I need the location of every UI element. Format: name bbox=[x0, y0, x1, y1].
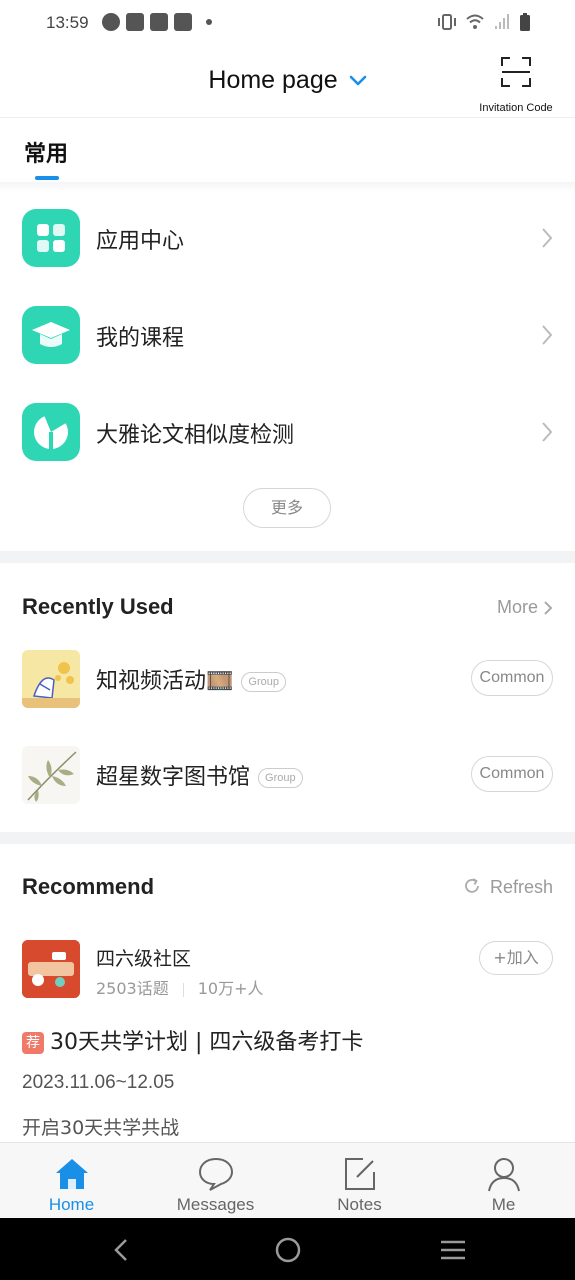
nav-notes[interactable]: Notes bbox=[288, 1143, 431, 1219]
user-icon bbox=[488, 1158, 520, 1192]
mail-notification-icon bbox=[150, 13, 168, 31]
back-icon[interactable] bbox=[108, 1236, 136, 1264]
bottom-navigation: Home Messages Notes Me bbox=[0, 1142, 575, 1218]
recommended-post-title[interactable]: 荐 30天共学计划 | 四六级备考打卡 bbox=[22, 1024, 363, 1056]
vibrate-icon bbox=[438, 14, 456, 30]
shortcut-label: 大雅论文相似度检测 bbox=[96, 423, 295, 448]
refresh-label: Refresh bbox=[489, 877, 553, 897]
chevron-right-icon bbox=[542, 325, 553, 345]
section-separator bbox=[0, 551, 575, 563]
chat-bubble-icon bbox=[198, 1157, 234, 1191]
section-separator bbox=[0, 832, 575, 844]
chevron-down-icon bbox=[349, 76, 366, 86]
nav-label: Home bbox=[48, 1195, 95, 1214]
group-badge: Group bbox=[258, 768, 303, 788]
shortcut-label: 应用中心 bbox=[96, 229, 185, 254]
graduation-cap-icon bbox=[22, 306, 80, 364]
scan-icon bbox=[501, 57, 531, 87]
home-icon bbox=[56, 1159, 88, 1189]
recently-used-more-link[interactable]: More bbox=[497, 597, 553, 618]
system-status-icons bbox=[437, 12, 531, 32]
set-common-button[interactable]: Common bbox=[471, 660, 553, 696]
video-activity-thumbnail bbox=[22, 650, 80, 708]
page-title: Home page bbox=[208, 66, 338, 94]
mail-notification-icon bbox=[174, 13, 192, 31]
invitation-code-label: Invitation Code bbox=[479, 102, 553, 114]
chevron-right-icon bbox=[542, 422, 553, 442]
more-link-label: More bbox=[496, 597, 538, 617]
notification-icons bbox=[102, 13, 212, 31]
nav-label: Messages bbox=[176, 1195, 255, 1214]
community-name[interactable]: 四六级社区 bbox=[96, 944, 191, 971]
chevron-right-icon bbox=[544, 601, 553, 615]
status-time: 13:59 bbox=[46, 13, 89, 32]
recent-item-video-activity[interactable]: 知视频活动🎞️ Group Common bbox=[0, 650, 575, 740]
recent-item-digital-library[interactable]: 超星数字图书馆 Group Common bbox=[0, 746, 575, 836]
nav-label: Me bbox=[491, 1195, 516, 1214]
paper-check-icon bbox=[22, 403, 80, 461]
recent-item-title: 超星数字图书馆 Group bbox=[96, 759, 303, 791]
shortcut-app-center[interactable]: 应用中心 bbox=[0, 185, 575, 281]
nav-messages[interactable]: Messages bbox=[144, 1143, 287, 1219]
recent-apps-icon[interactable] bbox=[439, 1236, 467, 1264]
community-stats: 2503话题 10万+人 bbox=[96, 975, 264, 999]
gauge-icon bbox=[102, 13, 120, 31]
shortcut-paper-check[interactable]: 大雅论文相似度检测 bbox=[0, 379, 575, 475]
mail-notification-icon bbox=[126, 13, 144, 31]
refresh-icon bbox=[465, 878, 479, 893]
nav-home[interactable]: Home bbox=[0, 1143, 143, 1219]
status-bar: 13:59 bbox=[0, 0, 575, 48]
battery-icon bbox=[520, 13, 530, 31]
digital-library-thumbnail bbox=[22, 746, 80, 804]
invitation-code-button[interactable]: Invitation Code bbox=[473, 54, 559, 114]
recent-item-name: 超星数字图书馆 bbox=[96, 765, 251, 790]
tab-bar: 常用 bbox=[0, 118, 575, 182]
recommend-tag-badge: 荐 bbox=[22, 1032, 44, 1054]
post-description: 开启30天共学共战 bbox=[22, 1117, 180, 1139]
recently-used-title: Recently Used bbox=[22, 594, 174, 619]
app-header: Home page Invitation Code bbox=[0, 48, 575, 118]
grid-apps-icon bbox=[22, 209, 80, 267]
more-shortcuts-button[interactable]: 更多 bbox=[243, 488, 331, 528]
join-button[interactable]: +加入 bbox=[479, 941, 553, 975]
recent-item-title: 知视频活动🎞️ Group bbox=[96, 663, 286, 695]
member-count: 10万+人 bbox=[197, 979, 264, 998]
tab-common[interactable]: 常用 bbox=[24, 136, 68, 168]
post-date-range: 2023.11.06~12.05 bbox=[22, 1072, 175, 1093]
group-badge: Group bbox=[241, 672, 286, 692]
nav-me[interactable]: Me bbox=[432, 1143, 575, 1219]
system-navigation-bar bbox=[0, 1218, 575, 1280]
more-notifications-dot bbox=[206, 19, 212, 25]
signal-icon bbox=[495, 14, 509, 29]
recommend-title: Recommend bbox=[22, 874, 155, 899]
shortcut-my-courses[interactable]: 我的课程 bbox=[0, 282, 575, 378]
stat-divider bbox=[182, 982, 184, 997]
post-title-text: 30天共学计划 | 四六级备考打卡 bbox=[50, 1030, 364, 1055]
refresh-button[interactable]: Refresh bbox=[463, 877, 553, 898]
topic-count: 2503话题 bbox=[96, 979, 169, 998]
edit-note-icon bbox=[345, 1158, 375, 1190]
chevron-right-icon bbox=[542, 228, 553, 248]
nav-label: Notes bbox=[337, 1195, 382, 1214]
recent-item-name: 知视频活动🎞️ bbox=[96, 669, 234, 694]
community-avatar[interactable] bbox=[22, 940, 80, 998]
tab-indicator bbox=[35, 176, 59, 180]
set-common-button[interactable]: Common bbox=[471, 756, 553, 792]
wifi-icon bbox=[466, 14, 484, 29]
shortcut-label: 我的课程 bbox=[96, 326, 185, 351]
home-circle-icon[interactable] bbox=[274, 1236, 302, 1264]
